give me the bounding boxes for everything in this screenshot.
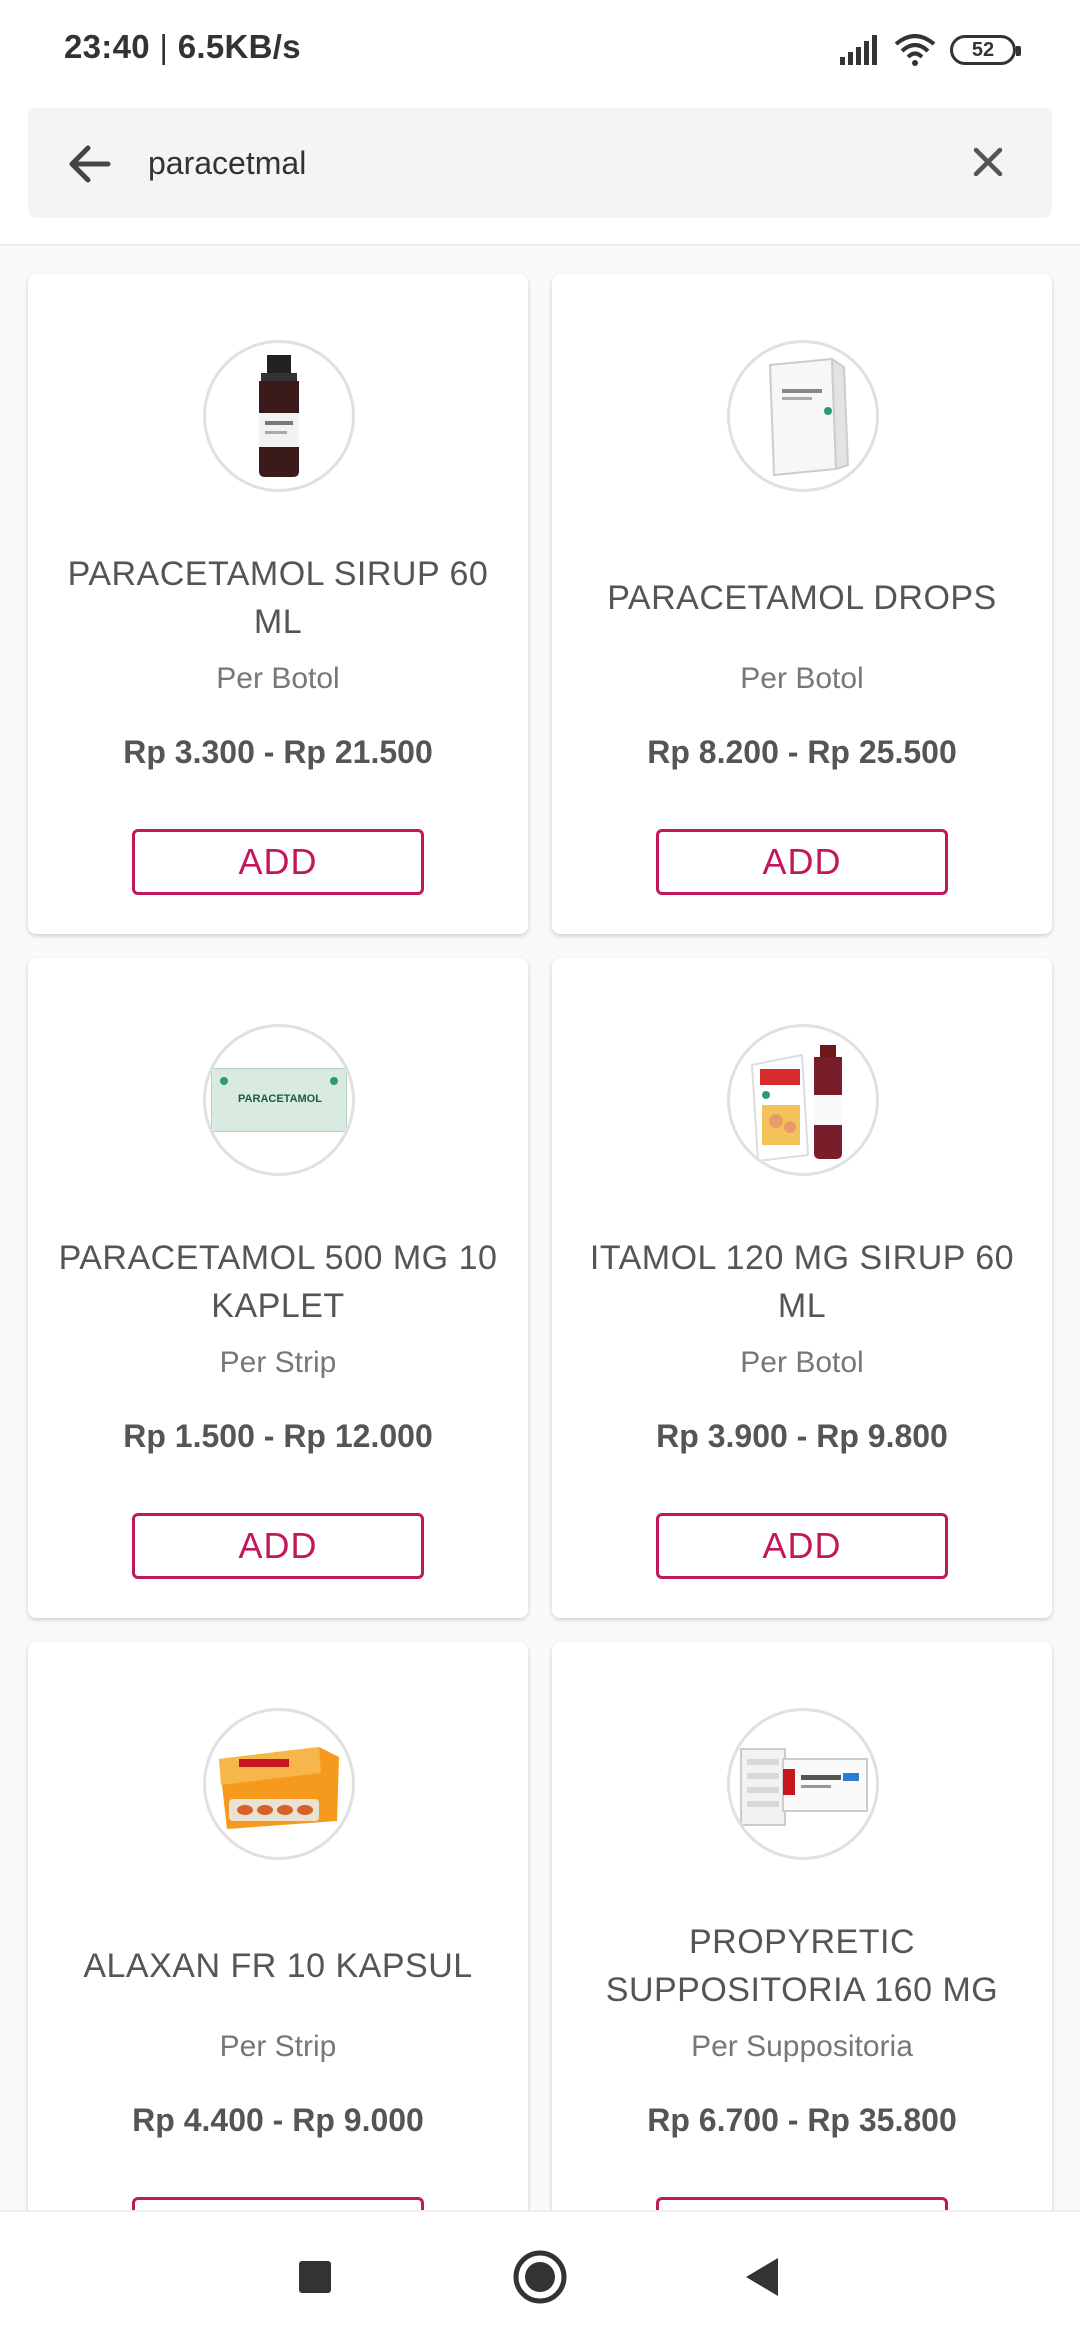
- square-icon: [299, 2261, 331, 2293]
- home-button[interactable]: [510, 2247, 570, 2307]
- product-unit: Per Strip: [219, 2030, 337, 2063]
- product-grid: PARACETAMOL SIRUP 60 ML Per Botol Rp 3.3…: [0, 246, 1080, 2210]
- propyretic-box-image: [740, 1748, 868, 1826]
- add-button[interactable]: ADD: [656, 829, 948, 895]
- product-price: Rp 1.500 - Rp 12.000: [123, 1418, 433, 1454]
- product-price: Rp 3.900 - Rp 9.800: [656, 1418, 948, 1454]
- back-arrow-icon[interactable]: [62, 136, 118, 192]
- product-card[interactable]: PROPYRETIC SUPPOSITORIA 160 MG Per Suppo…: [552, 1642, 1052, 2210]
- product-unit: Per Suppositoria: [691, 2030, 913, 2063]
- syrup-bottle-image: [259, 355, 299, 477]
- product-image: [203, 340, 355, 492]
- triangle-back-icon: [746, 2258, 778, 2296]
- status-icons: 52: [840, 30, 1021, 70]
- product-price: Rp 3.300 - Rp 21.500: [123, 734, 433, 770]
- wifi-icon: [894, 34, 936, 66]
- thumb-label: PARACETAMOL: [238, 1093, 322, 1105]
- status-speed: 6.5KB/s: [177, 28, 301, 65]
- circle-icon: [513, 2250, 567, 2304]
- product-image: [727, 340, 879, 492]
- product-price: Rp 6.700 - Rp 35.800: [647, 2102, 957, 2138]
- product-image: [203, 1708, 355, 1860]
- alaxan-box-image: [219, 1747, 339, 1829]
- product-price: Rp 8.200 - Rp 25.500: [647, 734, 957, 770]
- product-card[interactable]: ALAXAN FR 10 KAPSUL Per Strip Rp 4.400 -…: [28, 1642, 528, 2210]
- product-unit: Per Botol: [740, 662, 864, 695]
- product-unit: Per Botol: [216, 662, 340, 695]
- product-name: ALAXAN FR 10 KAPSUL: [83, 1947, 473, 1985]
- add-button[interactable]: ADD: [656, 2197, 948, 2210]
- system-nav-bar: [0, 2210, 1080, 2340]
- itamol-package-image: [750, 1045, 842, 1163]
- product-image: [727, 1708, 879, 1860]
- back-button[interactable]: [732, 2247, 792, 2307]
- product-card[interactable]: ITAMOL 120 MG SIRUP 60 ML Per Botol Rp 3…: [552, 958, 1052, 1618]
- product-name: PROPYRETIC SUPPOSITORIA 160 MG: [605, 1923, 999, 2009]
- product-card[interactable]: PARACETAMOL SIRUP 60 ML Per Botol Rp 3.3…: [28, 274, 528, 934]
- product-image: PARACETAMOL: [203, 1024, 355, 1176]
- status-time-speed: 23:40 | 6.5KB/s: [64, 28, 301, 66]
- product-card[interactable]: PARACETAMOL PARACETAMOL 500 MG 10 KAPLET…: [28, 958, 528, 1618]
- add-button[interactable]: ADD: [132, 1513, 424, 1579]
- recents-button[interactable]: [285, 2247, 345, 2307]
- add-button[interactable]: ADD: [132, 2197, 424, 2210]
- status-time: 23:40: [64, 28, 150, 65]
- search-box: [28, 108, 1052, 218]
- paracetamol-box-image: PARACETAMOL: [211, 1068, 347, 1132]
- add-button[interactable]: ADD: [132, 829, 424, 895]
- product-unit: Per Strip: [219, 1346, 337, 1379]
- product-name: PARACETAMOL DROPS: [607, 579, 997, 617]
- signal-icon: [840, 35, 877, 65]
- battery-icon: 52: [950, 35, 1021, 65]
- product-card[interactable]: PARACETAMOL DROPS Per Botol Rp 8.200 - R…: [552, 274, 1052, 934]
- status-separator: |: [159, 28, 169, 65]
- add-button[interactable]: ADD: [656, 1513, 948, 1579]
- product-name: PARACETAMOL SIRUP 60 ML: [67, 555, 489, 641]
- status-bar: 23:40 | 6.5KB/s 52: [0, 0, 1080, 100]
- search-header: [0, 100, 1080, 246]
- product-name: ITAMOL 120 MG SIRUP 60 ML: [589, 1239, 1015, 1325]
- search-input[interactable]: [148, 133, 948, 193]
- product-unit: Per Botol: [740, 1346, 864, 1379]
- product-image: [727, 1024, 879, 1176]
- battery-level: 52: [971, 38, 995, 61]
- product-price: Rp 4.400 - Rp 9.000: [132, 2102, 424, 2138]
- product-name: PARACETAMOL 500 MG 10 KAPLET: [58, 1239, 498, 1325]
- drops-box-image: [768, 357, 850, 477]
- close-icon[interactable]: [964, 138, 1012, 186]
